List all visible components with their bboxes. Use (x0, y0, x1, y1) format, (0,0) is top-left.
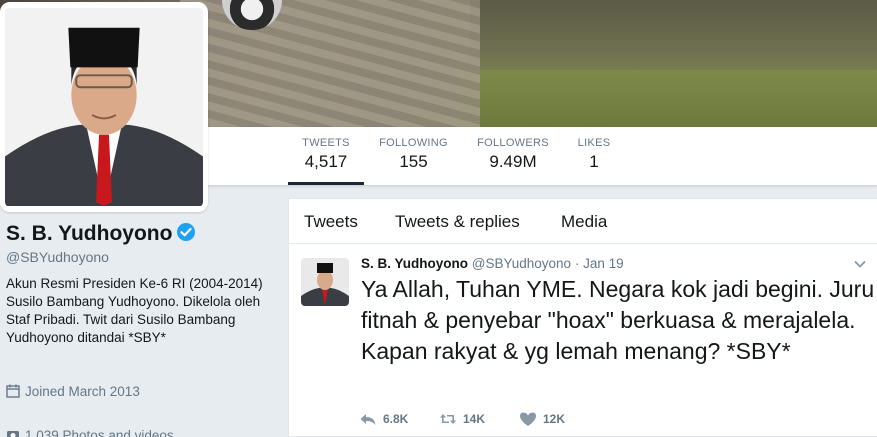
avatar-image (301, 258, 349, 306)
photos-link[interactable]: 1,039 Photos and videos (6, 428, 174, 437)
tweet[interactable]: S. B. Yudhoyono @SBYudhoyono · Jan 19 Ya… (289, 244, 877, 437)
stat-value: 155 (399, 152, 428, 171)
photos-text: 1,039 Photos and videos (25, 428, 174, 437)
tweet-text: Ya Allah, Tuhan YME. Negara kok jadi beg… (361, 276, 875, 364)
stat-value: 9.49M (489, 152, 537, 171)
heart-icon (520, 412, 536, 426)
profile-handle[interactable]: @SBYudhoyono (6, 249, 109, 265)
profile-avatar[interactable] (0, 2, 208, 212)
camera-icon (7, 431, 19, 437)
stat-value: 1 (589, 152, 599, 171)
stat-tweets[interactable]: TWEETS 4,517 (288, 137, 364, 185)
timeline-tabs: Tweets Tweets & replies Media (289, 199, 877, 244)
tweet-header: S. B. Yudhoyono @SBYudhoyono · Jan 19 (361, 256, 624, 271)
tweet-date[interactable]: · Jan 19 (575, 256, 624, 271)
stat-label: FOLLOWING (379, 137, 448, 149)
reply-icon (360, 414, 376, 425)
stat-followers[interactable]: FOLLOWERS 9.49M (474, 137, 552, 185)
timeline: Tweets Tweets & replies Media S. B. Yudh… (288, 198, 877, 437)
retweet-button[interactable]: 14K (439, 411, 485, 427)
tab-tweets[interactable]: Tweets (304, 212, 358, 232)
reply-count: 6.8K (383, 412, 409, 426)
profile-name-text: S. B. Yudhoyono (6, 222, 173, 245)
profile-bio: Akun Resmi Presiden Ke-6 RI (2004-2014) … (6, 276, 263, 345)
joined-text: Joined March 2013 (25, 384, 140, 399)
tweet-author-name[interactable]: S. B. Yudhoyono (361, 256, 468, 271)
like-count: 12K (543, 412, 566, 426)
profile-name[interactable]: S. B. Yudhoyono (6, 222, 196, 246)
stat-label: LIKES (577, 137, 611, 149)
retweet-icon (440, 414, 456, 424)
stat-value: 4,517 (304, 152, 348, 171)
stat-label: FOLLOWERS (477, 137, 549, 149)
joined-date: Joined March 2013 (6, 384, 140, 399)
tweet-avatar[interactable] (301, 258, 349, 306)
calendar-icon (6, 384, 20, 398)
stat-following[interactable]: FOLLOWING 155 (375, 137, 452, 185)
chevron-down-icon[interactable] (853, 257, 867, 271)
stat-likes[interactable]: LIKES 1 (576, 137, 612, 185)
like-button[interactable]: 12K (519, 411, 565, 427)
reply-button[interactable]: 6.8K (359, 411, 408, 427)
stat-label: TWEETS (302, 137, 350, 149)
verified-icon (177, 223, 196, 241)
retweet-count: 14K (463, 412, 486, 426)
tab-media[interactable]: Media (561, 212, 607, 232)
tweet-author-handle[interactable]: @SBYudhoyono (472, 256, 571, 271)
tab-tweets-replies[interactable]: Tweets & replies (395, 212, 520, 232)
avatar-image (5, 8, 203, 206)
